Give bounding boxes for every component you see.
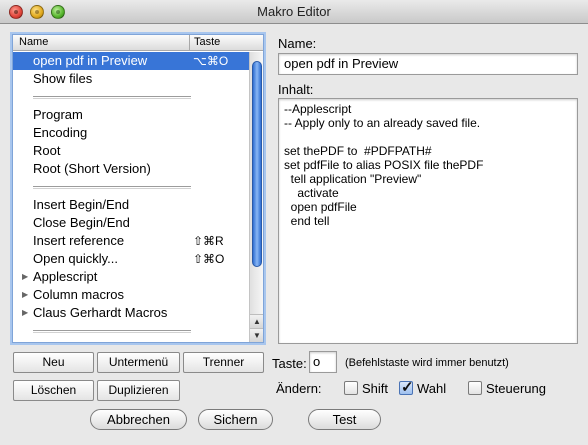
control-checkbox[interactable] <box>468 381 482 395</box>
macro-editor-window: Makro Editor Name Taste open pdf in Prev… <box>0 0 588 445</box>
vertical-scrollbar[interactable]: ▲ ▼ <box>249 52 263 342</box>
content-line: activate <box>284 186 339 200</box>
key-hint: (Befehlstaste wird immer benutzt) <box>345 357 509 369</box>
list-item-label: Close Begin/End <box>33 215 130 230</box>
list-item-label: open pdf in Preview <box>33 53 148 68</box>
window-title: Makro Editor <box>257 4 331 19</box>
key-label: Taste: <box>272 356 307 371</box>
list-item[interactable]: open pdf in Preview ⌥⌘O <box>13 52 249 70</box>
save-button[interactable]: Sichern <box>198 409 273 430</box>
list-item-label: Open quickly... <box>33 251 119 266</box>
content-line <box>284 130 572 144</box>
list-folder-item[interactable]: ▶ Claus Gerhardt Macros <box>13 304 249 322</box>
option-checkbox[interactable]: ✓ <box>399 379 414 396</box>
column-header-name[interactable]: Name <box>19 36 48 48</box>
duplicate-button[interactable]: Duplizieren <box>97 380 180 401</box>
list-item-shortcut: ⇧⌘R <box>193 234 224 248</box>
content-textarea[interactable]: --Applescript -- Apply only to an already… <box>278 98 578 344</box>
delete-button[interactable]: Löschen <box>13 380 94 401</box>
list-item-label: Insert reference <box>33 233 125 248</box>
content-line: set thePDF to #PDFPATH# <box>284 144 432 158</box>
list-item[interactable]: Insert Begin/End <box>13 196 249 214</box>
disclosure-triangle-icon[interactable]: ▶ <box>22 304 28 322</box>
separator-line <box>33 96 191 99</box>
disclosure-triangle-icon[interactable]: ▶ <box>22 286 28 304</box>
list-item[interactable]: Encoding <box>13 124 249 142</box>
content-line: end tell <box>284 214 330 228</box>
content-line: --Applescript <box>284 102 352 116</box>
scroll-down-arrow-icon[interactable]: ▼ <box>250 328 263 342</box>
option-label[interactable]: Wahl <box>417 381 446 396</box>
content-line: -- Apply only to an already saved file. <box>284 116 481 130</box>
content-line: open pdfFile <box>284 200 357 214</box>
shift-label[interactable]: Shift <box>362 381 388 396</box>
list-item[interactable]: Open quickly... ⇧⌘O <box>13 250 249 268</box>
list-item[interactable]: Close Begin/End <box>13 214 249 232</box>
column-divider <box>189 35 190 51</box>
list-item-label: Encoding <box>33 125 88 140</box>
list-item-label: Root (Short Version) <box>33 161 151 176</box>
key-field[interactable]: o <box>309 351 337 373</box>
column-header-key[interactable]: Taste <box>194 36 220 48</box>
list-item-label: Claus Gerhardt Macros <box>33 305 168 320</box>
list-item[interactable]: Root <box>13 142 249 160</box>
disclosure-triangle-icon[interactable]: ▶ <box>22 268 28 286</box>
list-item-label: Applescript <box>33 269 98 284</box>
list-item-label: Column macros <box>33 287 125 302</box>
list-item-label: Show files <box>33 71 93 86</box>
separator-button[interactable]: Trenner <box>183 352 264 373</box>
title-bar: Makro Editor <box>0 0 588 24</box>
cancel-button[interactable]: Abbrechen <box>90 409 187 430</box>
name-label: Name: <box>278 36 317 51</box>
separator-line <box>33 186 191 189</box>
submenu-button[interactable]: Untermenü <box>97 352 180 373</box>
list-item[interactable]: Root (Short Version) <box>13 160 249 178</box>
list-header: Name Taste <box>13 35 263 51</box>
shift-checkbox[interactable] <box>344 381 358 395</box>
content-label: Inhalt: <box>278 82 314 97</box>
separator-line <box>33 330 191 333</box>
new-button[interactable]: Neu <box>13 352 94 373</box>
scroll-thumb[interactable] <box>252 61 262 267</box>
list-item-label: Program <box>33 107 83 122</box>
control-label[interactable]: Steuerung <box>486 381 546 396</box>
list-item[interactable]: Program <box>13 106 249 124</box>
list-item-label: Root <box>33 143 61 158</box>
list-separator <box>13 88 249 106</box>
scroll-up-arrow-icon[interactable]: ▲ <box>250 314 263 328</box>
checkmark-icon: ✓ <box>401 379 414 396</box>
content-line: tell application "Preview" <box>284 172 422 186</box>
list-item[interactable]: Show files <box>13 70 249 88</box>
list-item-shortcut: ⇧⌘O <box>193 252 225 266</box>
test-button[interactable]: Test <box>308 409 381 430</box>
macro-list[interactable]: Name Taste open pdf in Preview ⌥⌘O Show fi… <box>12 34 264 343</box>
name-field[interactable]: open pdf in Preview <box>278 53 578 75</box>
modify-label: Ändern: <box>276 381 322 396</box>
list-separator <box>13 178 249 196</box>
list-separator <box>13 322 249 340</box>
list-folder-item[interactable]: ▶ Column macros <box>13 286 249 304</box>
list-item-label: Insert Begin/End <box>33 197 130 212</box>
list-folder-item[interactable]: ▶ Applescript <box>13 268 249 286</box>
list-item-shortcut: ⌥⌘O <box>193 54 229 68</box>
list-item[interactable]: Insert reference ⇧⌘R <box>13 232 249 250</box>
content-line: set pdfFile to alias POSIX file thePDF <box>284 158 484 172</box>
list-rows: open pdf in Preview ⌥⌘O Show files Program E… <box>13 52 249 340</box>
